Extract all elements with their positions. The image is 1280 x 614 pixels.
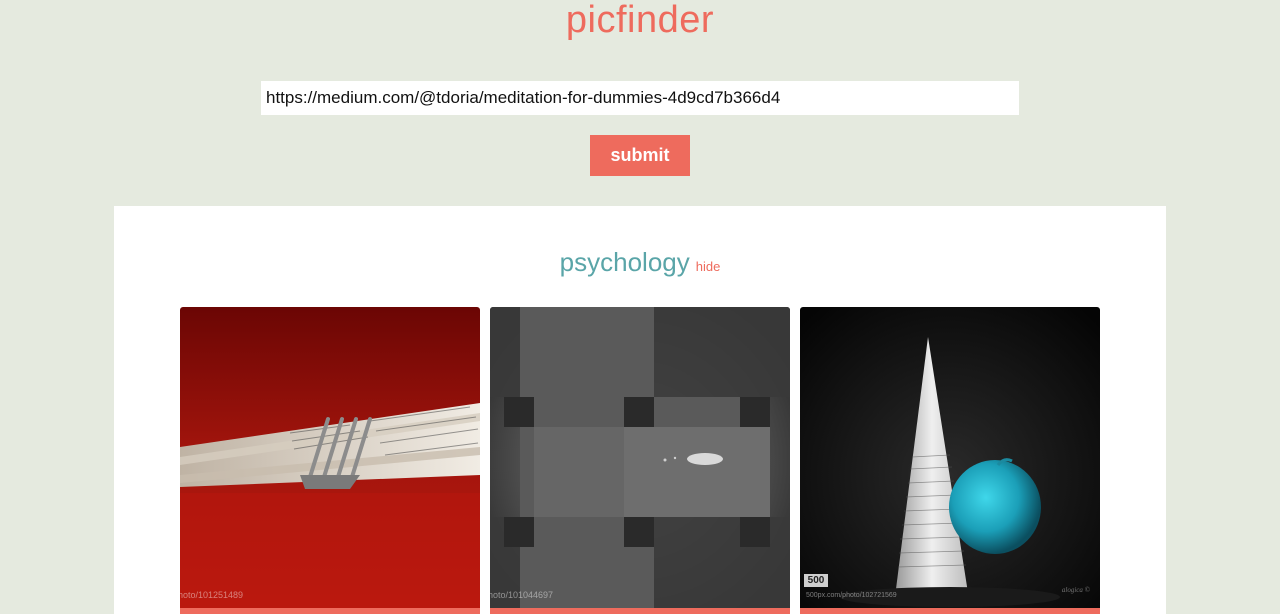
photo-signature: alogica © (1061, 586, 1090, 594)
photo-cone-apple-image (800, 307, 1100, 614)
page: picfinder submit psychology hide (0, 0, 1280, 614)
photo-credit: hoto/101044697 (490, 590, 554, 600)
photo-weave-image (490, 307, 790, 614)
card-accent-bar (490, 608, 790, 614)
photo-credit: hoto/101251489 (180, 590, 244, 600)
photo-card-2[interactable]: hoto/101044697 (490, 307, 790, 614)
hide-link[interactable]: hide (696, 259, 721, 274)
app-title: picfinder (565, 0, 715, 41)
card-accent-bar (180, 608, 480, 614)
url-input[interactable] (261, 81, 1019, 115)
card-accent-bar (800, 608, 1100, 614)
photo-credit: 500px.com/photo/102721569 (806, 592, 897, 599)
photo-card-3[interactable]: 500 500px.com/photo/102721569 alogica © (800, 307, 1100, 614)
results-panel: psychology hide hoto/101251489 hoto/1010… (114, 206, 1166, 614)
section-title: psychology (559, 247, 690, 277)
photo-fork-image (180, 307, 480, 614)
section-header: psychology hide (114, 247, 1166, 278)
photo-card-1[interactable]: hoto/101251489 (180, 307, 480, 614)
submit-button[interactable]: submit (590, 135, 690, 176)
500px-logo: 500 (804, 574, 828, 587)
